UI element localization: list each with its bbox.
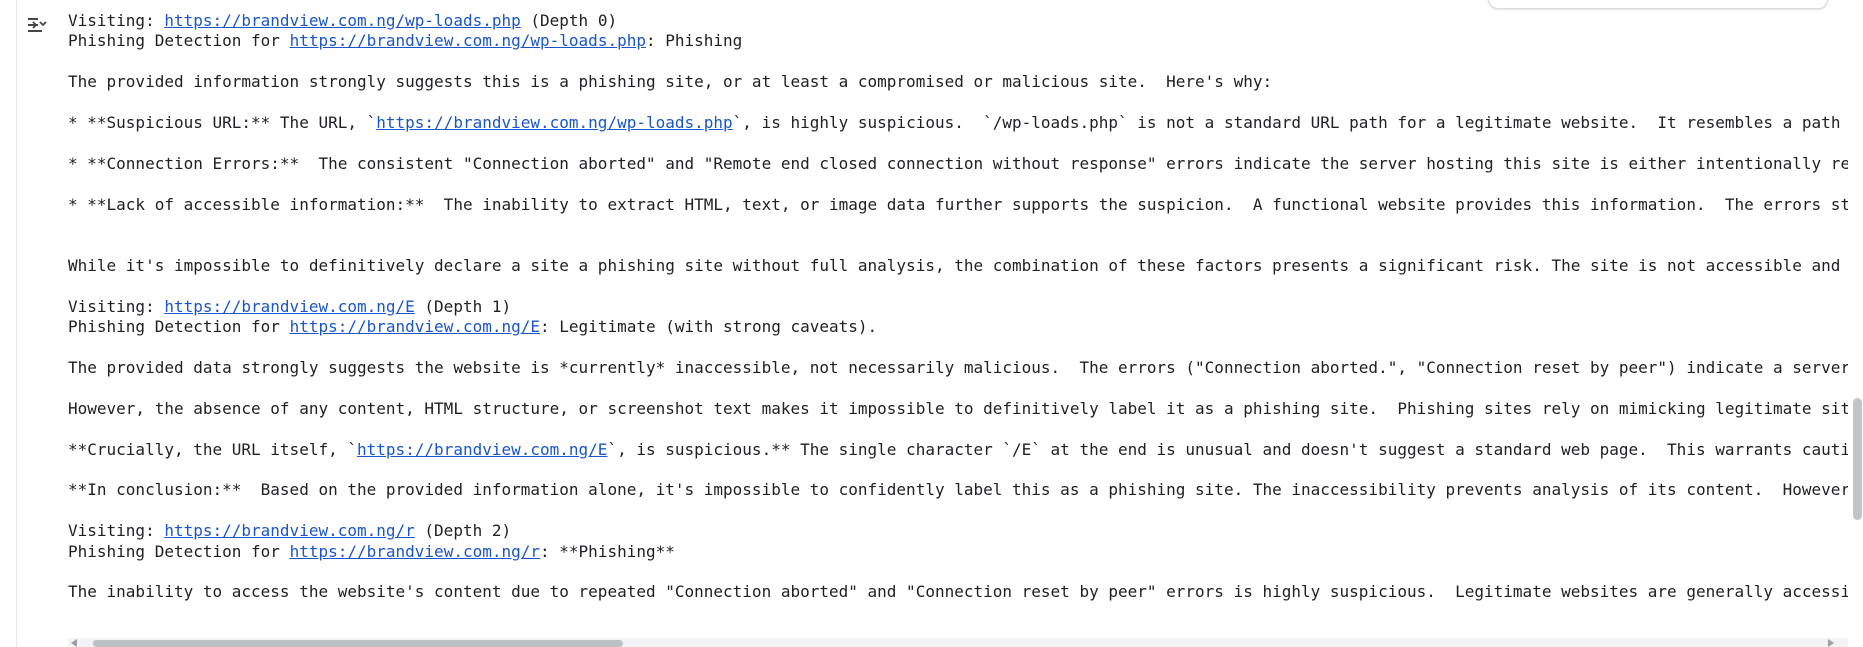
scroll-right-icon[interactable] [1828, 639, 1834, 647]
output-text-segment: `, is highly suspicious. `/wp-loads.php`… [732, 113, 1848, 133]
output-text-segment: While it's impossible to definitively de… [68, 255, 1848, 275]
notebook-output-area: Visiting: https://brandview.com.ng/wp-lo… [0, 0, 1863, 647]
output-text-segment: **In conclusion:** Based on the provided… [68, 480, 1848, 500]
output-text-segment: Phishing Detection for [68, 541, 290, 561]
url-link[interactable]: https://brandview.com.ng/r [164, 521, 414, 540]
output-text-segment: : Phishing [645, 31, 743, 51]
output-text-segment: However, the absence of any content, HTM… [68, 398, 1848, 418]
output-text-segment: * **Connection Errors:** The consistent … [68, 153, 1848, 173]
output-text-segment: (Depth 1) [414, 296, 512, 316]
url-link[interactable]: https://brandview.com.ng/wp-loads.php [376, 113, 732, 132]
cell-left-border [16, 0, 17, 647]
output-text-segment: The provided information strongly sugges… [68, 72, 1273, 92]
output-text: Visiting: https://brandview.com.ng/wp-lo… [68, 11, 1848, 603]
output-text-segment: Phishing Detection for [68, 31, 290, 51]
url-link[interactable]: https://brandview.com.ng/r [290, 542, 540, 561]
output-line: However, the absence of any content, HTM… [68, 399, 1848, 419]
horizontal-scrollbar[interactable] [68, 638, 1848, 647]
output-line: The inability to access the website's co… [68, 582, 1848, 602]
url-link[interactable]: https://brandview.com.ng/wp-loads.php [164, 11, 520, 30]
output-text-segment: The inability to access the website's co… [68, 582, 1848, 602]
output-text-segment: * **Lack of accessible information:** Th… [68, 194, 1848, 214]
output-text-segment: **Crucially, the URL itself, ` [68, 439, 357, 459]
url-link[interactable]: https://brandview.com.ng/wp-loads.php [290, 31, 646, 50]
output-text-segment: * **Suspicious URL:** The URL, ` [68, 113, 377, 133]
output-line: The provided data strongly suggests the … [68, 358, 1848, 378]
output-collapse-icon[interactable] [25, 14, 51, 40]
scroll-left-icon[interactable] [71, 639, 77, 647]
output-text-segment: Visiting: [68, 521, 165, 541]
output-text-segment: (Depth 2) [414, 521, 512, 541]
vertical-scrollbar-thumb[interactable] [1853, 398, 1862, 520]
output-text-segment: : Legitimate (with strong caveats). [540, 317, 878, 337]
output-line: While it's impossible to definitively de… [68, 256, 1848, 276]
output-line: * **Suspicious URL:** The URL, `https://… [68, 113, 1848, 133]
output-line: Visiting: https://brandview.com.ng/wp-lo… [68, 11, 1848, 31]
output-text-segment: Visiting: [68, 296, 165, 316]
output-text-segment: : **Phishing** [540, 541, 675, 561]
cell-output: Visiting: https://brandview.com.ng/wp-lo… [68, 11, 1848, 637]
horizontal-scrollbar-thumb[interactable] [93, 640, 623, 647]
floating-panel-edge [1488, 0, 1828, 9]
output-line: Phishing Detection for https://brandview… [68, 31, 1848, 51]
output-line: **In conclusion:** Based on the provided… [68, 480, 1848, 500]
output-line: * **Connection Errors:** The consistent … [68, 154, 1848, 174]
url-link[interactable]: https://brandview.com.ng/E [164, 297, 414, 316]
output-line: Phishing Detection for https://brandview… [68, 317, 1848, 337]
url-link[interactable]: https://brandview.com.ng/E [290, 317, 540, 336]
output-text-segment: The provided data strongly suggests the … [68, 357, 1848, 377]
output-line: Visiting: https://brandview.com.ng/E (De… [68, 297, 1848, 317]
output-text-segment: Phishing Detection for [68, 317, 290, 337]
output-line: Phishing Detection for https://brandview… [68, 542, 1848, 562]
output-line: * **Lack of accessible information:** Th… [68, 195, 1848, 215]
output-text-segment: (Depth 0) [520, 11, 618, 30]
output-line: **Crucially, the URL itself, `https://br… [68, 440, 1848, 460]
vertical-scrollbar[interactable] [1850, 0, 1863, 647]
output-line: The provided information strongly sugges… [68, 72, 1848, 92]
output-line: Visiting: https://brandview.com.ng/r (De… [68, 521, 1848, 541]
url-link[interactable]: https://brandview.com.ng/E [357, 440, 607, 459]
output-text-segment: Visiting: [68, 11, 165, 30]
output-text-segment: `, is suspicious.** The single character… [607, 439, 1848, 459]
